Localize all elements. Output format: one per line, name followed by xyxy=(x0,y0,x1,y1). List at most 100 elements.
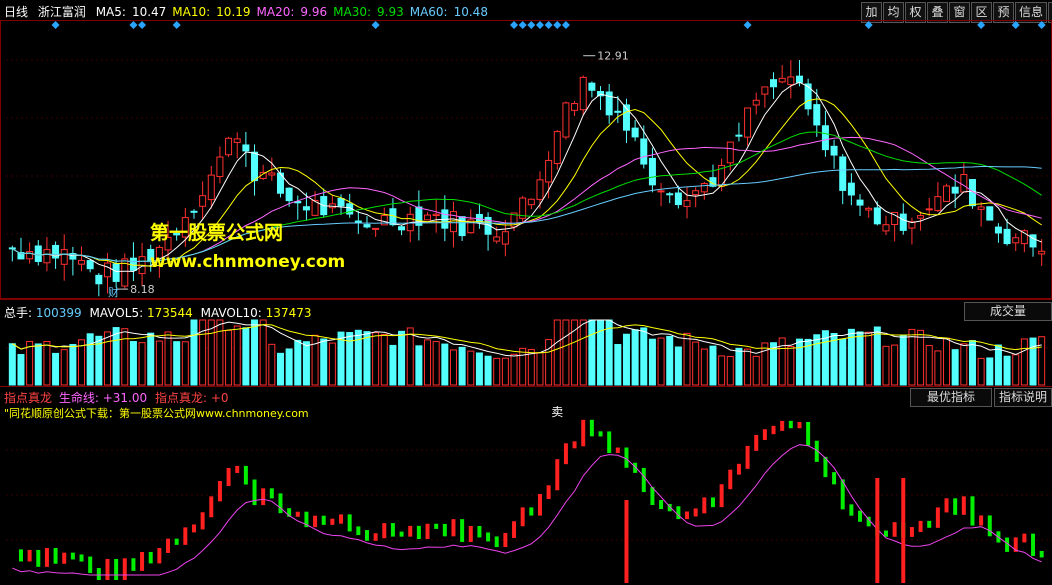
indicator-bar xyxy=(754,434,759,451)
indicator-bar xyxy=(226,467,231,487)
volume-bar xyxy=(579,319,587,386)
signal-diamond-icon xyxy=(371,21,380,29)
volume-bar xyxy=(138,342,146,386)
signal-diamond-icon xyxy=(743,21,752,29)
mavol5-value: 173544 xyxy=(146,306,193,320)
signal-diamond-icon xyxy=(561,21,570,29)
volume-bar xyxy=(899,334,907,386)
candle-body xyxy=(631,127,639,138)
chart-canvas[interactable]: 12.91 8.18 财卖 xyxy=(0,0,1052,585)
indicator-bar xyxy=(96,568,101,580)
candle-body xyxy=(640,138,648,165)
indicator-bar xyxy=(44,547,49,567)
volume-bar xyxy=(26,340,34,386)
volume-bar xyxy=(1012,354,1020,386)
candle-body xyxy=(86,260,94,270)
indicator-bar xyxy=(313,515,318,528)
candle-body xyxy=(1012,237,1020,244)
indicator-bar xyxy=(88,556,93,574)
volume-bar xyxy=(467,350,475,386)
signal-diamond-icon xyxy=(1011,21,1020,29)
candle-body xyxy=(873,207,881,225)
indicator-bar xyxy=(339,514,344,524)
mavol10-value: 137473 xyxy=(265,306,312,320)
volume-bar xyxy=(960,343,968,386)
volume-bar xyxy=(251,319,259,386)
volume-bar xyxy=(320,338,328,386)
life-line-label: 生命线: xyxy=(58,391,99,405)
volume-bar xyxy=(917,329,925,386)
volume-bar xyxy=(441,343,449,386)
volume-bar xyxy=(545,339,553,386)
volume-bar xyxy=(164,331,172,386)
indicator-bar xyxy=(70,552,75,560)
indicator-bar xyxy=(53,547,58,564)
volume-bar xyxy=(700,348,708,386)
candle-body xyxy=(571,103,579,111)
volume-bar xyxy=(259,319,267,386)
indicator-bar xyxy=(546,485,551,500)
volume-bar xyxy=(666,335,674,386)
candle-body xyxy=(8,247,16,250)
volume-bar xyxy=(363,331,371,386)
indicator-bar xyxy=(364,530,369,541)
indicator-bar xyxy=(191,524,196,533)
indicator-bar xyxy=(356,526,361,536)
candle-body xyxy=(43,249,51,264)
candle-body xyxy=(744,107,752,138)
indicator-bar xyxy=(140,551,145,571)
best-indicator-button[interactable]: 最优指标 xyxy=(910,388,992,407)
indicator-bar xyxy=(148,551,153,564)
candle-body xyxy=(778,77,786,83)
volume-indicator-button[interactable]: 成交量 xyxy=(964,302,1052,321)
volume-bar xyxy=(986,357,994,386)
candle-body xyxy=(692,190,700,196)
volume-value: 100399 xyxy=(35,306,82,320)
indicator-bar xyxy=(520,507,525,527)
indicator-bar xyxy=(425,523,430,540)
candle-body xyxy=(363,224,371,228)
candle-body xyxy=(545,159,553,183)
indicator-bar xyxy=(979,515,984,526)
volume-bar xyxy=(475,352,483,386)
candle-body xyxy=(536,179,544,200)
volume-bar xyxy=(735,347,743,386)
indicator-bar xyxy=(486,532,491,542)
indicator-spike xyxy=(624,500,629,583)
volume-bar xyxy=(614,344,622,386)
indicator-bar xyxy=(243,465,248,485)
indicator-bar xyxy=(36,549,41,567)
indicator-help-button[interactable]: 指标说明 xyxy=(994,388,1052,407)
indicator-bar xyxy=(468,526,473,542)
volume-bar xyxy=(1003,355,1011,386)
volume-bar xyxy=(839,338,847,386)
volume-bar xyxy=(52,352,60,386)
candle-body xyxy=(1003,228,1011,245)
volume-bar xyxy=(112,327,120,386)
volume-bar xyxy=(69,344,77,386)
candle-body xyxy=(648,157,656,186)
indicator-bar xyxy=(797,421,802,429)
volume-bar xyxy=(934,350,942,386)
volume-bar xyxy=(242,327,250,386)
volume-bar xyxy=(302,341,310,386)
candle-body xyxy=(225,137,233,156)
indicator-bar xyxy=(408,525,413,537)
candle-body xyxy=(562,102,570,138)
volume-bar xyxy=(683,332,691,386)
indicator-bar xyxy=(183,527,188,545)
candle-body xyxy=(216,156,224,178)
candle-body xyxy=(207,174,215,201)
volume-bar xyxy=(744,348,752,386)
candle-body xyxy=(726,141,734,164)
indicator-bar xyxy=(892,522,897,537)
indicator-bar xyxy=(944,498,949,513)
indicator-bar xyxy=(970,496,975,526)
indicator-bar xyxy=(261,488,266,506)
indicator-bar xyxy=(961,496,966,515)
indicator-bar xyxy=(278,493,283,514)
volume-bar xyxy=(968,340,976,386)
volume-bar xyxy=(432,341,440,386)
sell-signal-label: 卖 xyxy=(551,405,563,419)
indicator-bar xyxy=(771,425,776,435)
